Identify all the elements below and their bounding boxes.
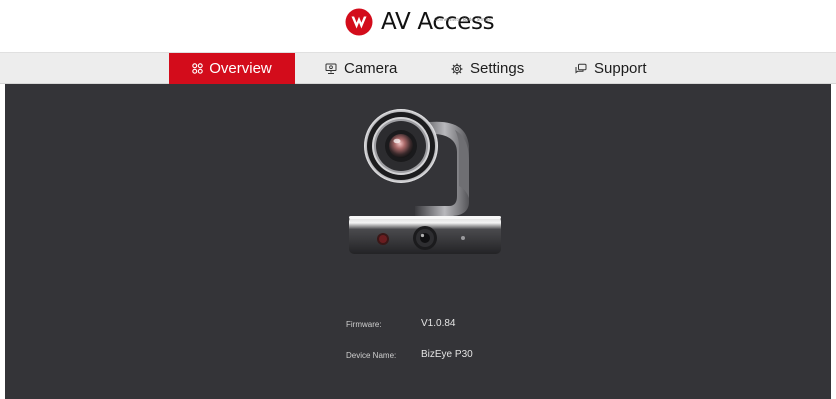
device-name-value: BizEye P30 <box>421 349 473 360</box>
brand-name: AV Access Connectivity. Made. Simple. <box>381 8 495 36</box>
header: AV Access Connectivity. Made. Simple. <box>0 0 836 52</box>
camera-monitor-icon <box>325 63 337 74</box>
main-navigation: Overview Camera Settings Support <box>0 52 836 84</box>
chat-icon <box>575 63 587 73</box>
av-access-logo-icon <box>345 8 373 36</box>
brand-tagline: Connectivity. Made. Simple. <box>434 17 493 22</box>
tab-overview[interactable]: Overview <box>169 53 295 84</box>
ptz-camera-image <box>349 109 501 254</box>
gear-icon <box>451 63 463 74</box>
tab-camera[interactable]: Camera <box>325 53 397 84</box>
device-name-label: Device Name: <box>346 351 397 360</box>
tab-overview-label: Overview <box>209 60 272 77</box>
overview-panel: Firmware: V1.0.84 Device Name: BizEye P3… <box>5 84 831 399</box>
tab-settings-label: Settings <box>470 60 525 77</box>
tab-support-label: Support <box>594 60 647 77</box>
tab-camera-label: Camera <box>344 60 398 77</box>
tab-settings[interactable]: Settings <box>451 53 524 84</box>
grid-icon <box>192 63 203 74</box>
tab-support[interactable]: Support <box>575 53 647 84</box>
firmware-value: V1.0.84 <box>421 318 456 329</box>
brand-logo[interactable]: AV Access Connectivity. Made. Simple. <box>345 8 495 36</box>
firmware-label: Firmware: <box>346 320 382 329</box>
